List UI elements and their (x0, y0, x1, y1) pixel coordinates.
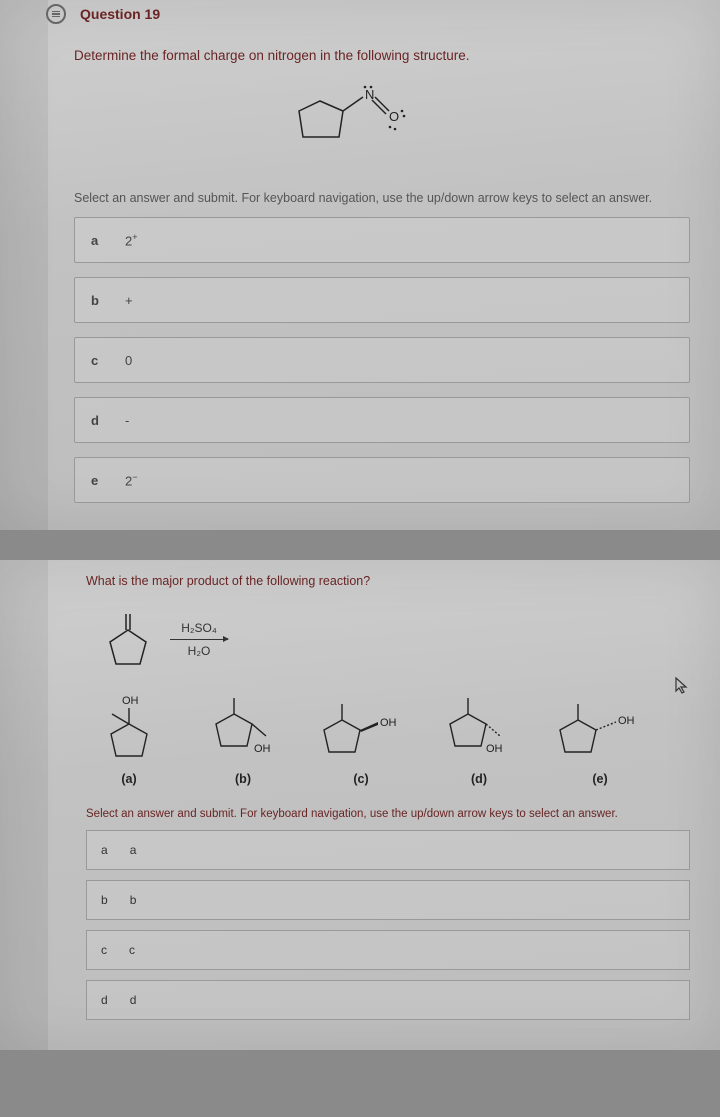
product-b-svg: OH (204, 690, 282, 764)
reaction-arrow-icon (170, 639, 228, 640)
answer-instructions: Select an answer and submit. For keyboar… (0, 177, 720, 217)
option-c: OH (c) (314, 694, 408, 786)
choice-val: - (125, 413, 129, 428)
choice-val: 2− (125, 472, 138, 488)
choice-val: 0 (125, 353, 132, 368)
choice-key: b (91, 293, 103, 308)
choice-c[interactable]: c c (86, 930, 690, 970)
svg-text:OH: OH (254, 743, 271, 755)
option-label: (a) (121, 772, 136, 786)
product-a-svg: OH (94, 694, 164, 764)
reagent-bottom: H₂O (170, 644, 228, 658)
reaction-scheme: H₂SO₄ H₂O (0, 602, 720, 680)
choice-val: b (130, 893, 137, 907)
left-strip (0, 0, 48, 530)
choice-key: a (101, 843, 108, 857)
product-d-svg: OH (438, 690, 520, 764)
option-label: (c) (353, 772, 368, 786)
answer-choices: a 2+ b + c 0 d - e 2− (0, 217, 720, 503)
choice-key: a (91, 233, 103, 248)
question-19-panel: Question 19 Determine the formal charge … (0, 0, 720, 530)
chemical-structure: N O (0, 79, 720, 177)
reactant-svg (100, 608, 156, 670)
svg-text:OH: OH (486, 743, 503, 755)
choice-e[interactable]: e 2− (74, 457, 690, 503)
question-prompt: Determine the formal charge on nitrogen … (0, 30, 720, 79)
oxygen-label: O (389, 109, 399, 124)
option-label: (e) (592, 772, 607, 786)
option-a: OH (a) (86, 694, 172, 786)
cursor-icon (674, 676, 690, 694)
answer-choices-2: a a b b c c d d (0, 830, 720, 1020)
question-prompt-2: What is the major product of the followi… (0, 574, 720, 602)
option-label: (d) (471, 772, 487, 786)
svg-text:OH: OH (380, 717, 397, 729)
option-b: OH (b) (200, 690, 286, 786)
svg-text:OH: OH (618, 715, 635, 727)
molecule-svg: N O (285, 83, 435, 163)
choice-key: d (101, 993, 108, 1007)
list-icon (46, 4, 66, 24)
choice-val: a (130, 843, 137, 857)
product-c-svg: OH (314, 694, 408, 764)
choice-a[interactable]: a 2+ (74, 217, 690, 263)
option-label: (b) (235, 772, 251, 786)
choice-key: c (101, 943, 107, 957)
choice-key: c (91, 353, 103, 368)
choice-key: b (101, 893, 108, 907)
choice-d[interactable]: d d (86, 980, 690, 1020)
choice-d[interactable]: d - (74, 397, 690, 443)
choice-val: c (129, 943, 135, 957)
option-d: OH (d) (436, 690, 522, 786)
question-reaction-panel: What is the major product of the followi… (0, 560, 720, 1050)
choice-b[interactable]: b + (74, 277, 690, 323)
nitrogen-label: N (365, 87, 374, 102)
reagent-top: H₂SO₄ (170, 621, 228, 635)
choice-val: + (125, 293, 133, 308)
choice-b[interactable]: b b (86, 880, 690, 920)
question-header: Question 19 (0, 0, 720, 30)
choice-val: 2+ (125, 232, 138, 248)
svg-text:OH: OH (122, 695, 139, 707)
choice-key: e (91, 473, 103, 488)
left-strip (0, 560, 48, 1050)
choice-key: d (91, 413, 103, 428)
answer-instructions-2: Select an answer and submit. For keyboar… (0, 792, 720, 830)
reaction-conditions: H₂SO₄ H₂O (170, 621, 228, 658)
question-number: Question 19 (80, 6, 160, 22)
choice-a[interactable]: a a (86, 830, 690, 870)
product-options: OH (a) OH (b) OH (c) (0, 680, 720, 792)
option-e: OH (e) (550, 694, 650, 786)
product-e-svg: OH (550, 694, 650, 764)
choice-c[interactable]: c 0 (74, 337, 690, 383)
choice-val: d (130, 993, 137, 1007)
